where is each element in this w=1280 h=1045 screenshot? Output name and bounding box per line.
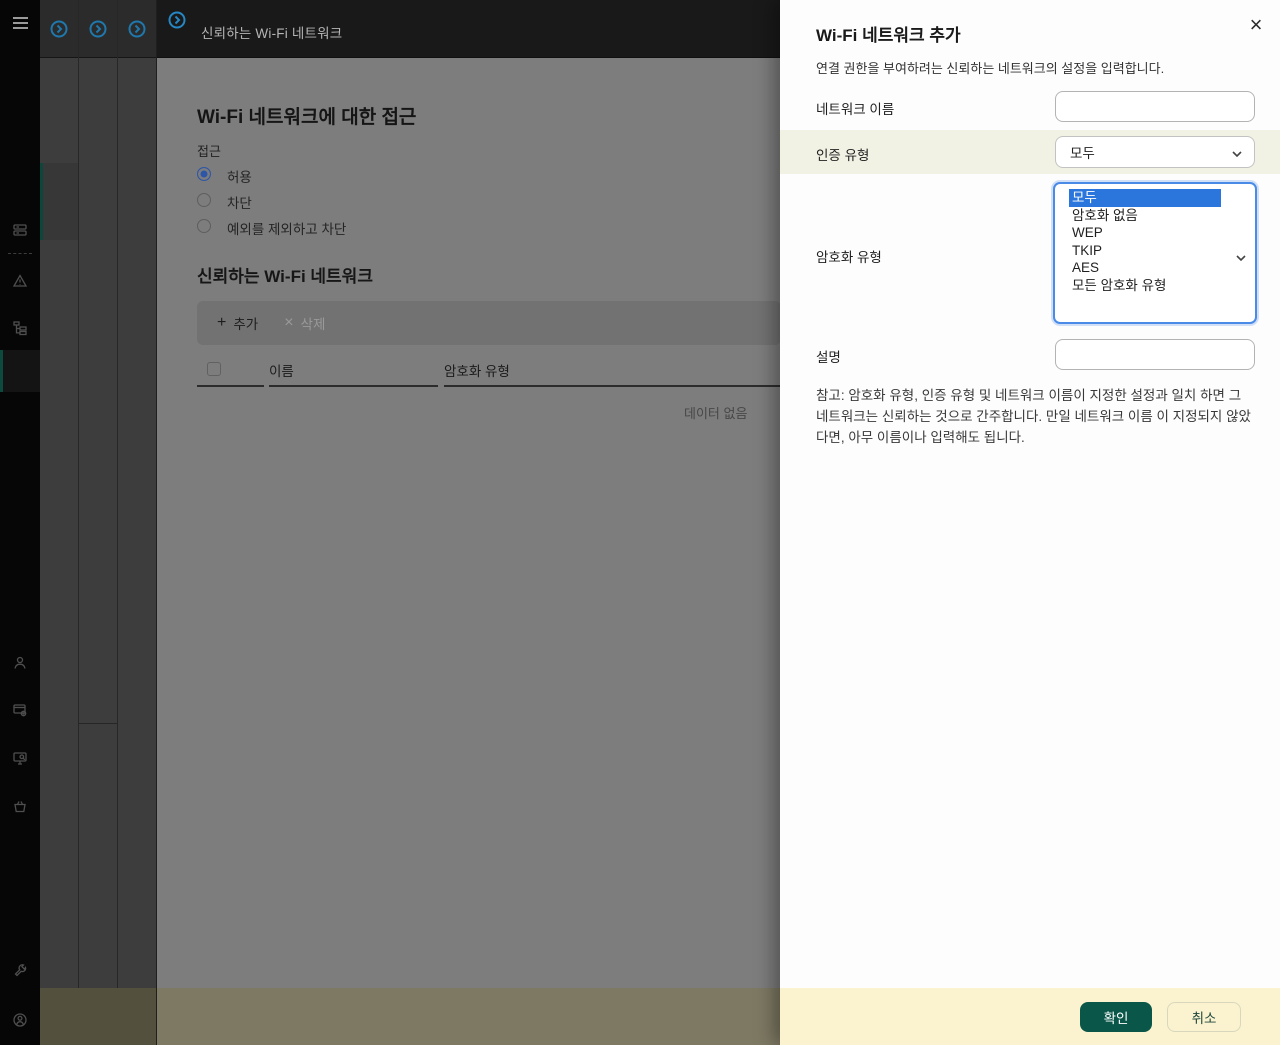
radio-allow[interactable] — [197, 167, 211, 181]
radio-block-label: 차단 — [227, 196, 252, 211]
auth-type-label: 인증 유형 — [816, 148, 870, 163]
dialog-footer: 확인 취소 — [780, 988, 1280, 1045]
delete-button[interactable]: × 삭제 — [284, 313, 325, 333]
page-header: 신뢰하는 Wi-Fi 네트워크 — [157, 0, 780, 58]
alerts-icon[interactable] — [12, 273, 28, 289]
column-header-encryption[interactable]: 암호화 유형 — [444, 360, 510, 380]
plus-icon: + — [217, 314, 227, 331]
auth-type-select[interactable]: 모두 — [1055, 136, 1255, 168]
circle-chevron-right-icon[interactable] — [50, 20, 68, 38]
circle-chevron-right-icon[interactable] — [89, 20, 107, 38]
panel-divider — [78, 723, 117, 724]
add-wifi-network-dialog: Wi-Fi 네트워크 추가 × 연결 권한을 부여하려는 신뢰하는 네트워크의 … — [780, 0, 1280, 1045]
main-content: 신뢰하는 Wi-Fi 네트워크 Wi-Fi 네트워크에 대한 접근 접근 허용 … — [156, 0, 780, 1045]
sidebar-divider — [8, 253, 32, 254]
sidebar-item-active[interactable] — [0, 350, 40, 392]
chevron-down-icon — [1236, 248, 1246, 266]
listbox-option[interactable]: AES — [1069, 259, 1221, 277]
header-underline — [444, 385, 780, 387]
devices-icon[interactable] — [12, 222, 28, 238]
comment-label: 설명 — [816, 350, 841, 365]
empty-table-message: 데이터 없음 — [684, 406, 748, 421]
menu-icon[interactable] — [13, 17, 28, 29]
close-icon[interactable]: × — [1242, 12, 1270, 40]
collapsed-panel-selected-item[interactable] — [40, 163, 78, 240]
add-button[interactable]: + 추가 — [217, 313, 258, 333]
panel-separator — [78, 0, 79, 1045]
listbox-option[interactable]: 암호화 없음 — [1069, 207, 1221, 225]
radio-block-except[interactable] — [197, 219, 211, 233]
sidebar — [0, 0, 40, 1045]
section-heading-access: Wi-Fi 네트워크에 대한 접근 — [197, 107, 417, 128]
device-search-icon[interactable] — [12, 750, 28, 766]
column-header-name[interactable]: 이름 — [269, 360, 294, 380]
table-toolbar: + 추가 × 삭제 — [197, 301, 780, 345]
circle-chevron-right-icon[interactable] — [128, 20, 146, 38]
app-settings-icon[interactable] — [12, 702, 28, 718]
radio-allow-label: 허용 — [227, 170, 252, 185]
radio-block-except-label: 예외를 제외하고 차단 — [227, 222, 347, 237]
panel-separator — [117, 0, 118, 1045]
users-icon[interactable] — [12, 655, 28, 671]
header-underline — [269, 385, 438, 387]
page-title: 신뢰하는 Wi-Fi 네트워크 — [201, 26, 343, 41]
circle-chevron-right-icon[interactable] — [168, 11, 186, 29]
encryption-type-label: 암호화 유형 — [816, 250, 882, 265]
delete-icon: × — [284, 314, 294, 331]
dialog-title: Wi-Fi 네트워크 추가 — [816, 26, 961, 45]
access-label: 접근 — [197, 144, 221, 159]
footer-strip-dimmed — [157, 988, 780, 1045]
network-name-label: 네트워크 이름 — [816, 102, 895, 117]
listbox-option[interactable]: 모두 — [1069, 189, 1221, 207]
account-icon[interactable] — [12, 1012, 28, 1028]
tools-icon[interactable] — [12, 963, 28, 979]
comment-input[interactable] — [1055, 339, 1255, 370]
network-name-input[interactable] — [1055, 91, 1255, 122]
chevron-down-icon — [1232, 145, 1242, 160]
marketplace-icon[interactable] — [12, 798, 28, 814]
dialog-note: 참고: 암호화 유형, 인증 유형 및 네트워크 이름이 지정한 설정과 일치 … — [816, 388, 1251, 445]
listbox-option[interactable]: TKIP — [1069, 242, 1221, 260]
cancel-button[interactable]: 취소 — [1167, 1002, 1241, 1032]
radio-block[interactable] — [197, 193, 211, 207]
select-all-checkbox[interactable] — [207, 362, 221, 376]
ok-button[interactable]: 확인 — [1080, 1002, 1152, 1032]
collapsed-panels — [40, 0, 156, 1045]
hierarchy-icon[interactable] — [12, 320, 28, 336]
dialog-description: 연결 권한을 부여하려는 신뢰하는 네트워크의 설정을 입력합니다. — [816, 61, 1165, 76]
section-heading-trusted: 신뢰하는 Wi-Fi 네트워크 — [197, 267, 373, 286]
active-indicator — [0, 350, 3, 392]
header-underline — [197, 385, 264, 387]
encryption-type-listbox[interactable]: 모두 암호화 없음 WEP TKIP AES 모든 암호화 유형 — [1053, 182, 1257, 324]
listbox-option[interactable]: 모든 암호화 유형 — [1069, 277, 1221, 295]
footer-strip-dimmed — [40, 988, 156, 1045]
listbox-option[interactable]: WEP — [1069, 224, 1221, 242]
auth-type-value: 모두 — [1070, 146, 1095, 161]
application-window: 신뢰하는 Wi-Fi 네트워크 Wi-Fi 네트워크에 대한 접근 접근 허용 … — [0, 0, 1280, 1045]
